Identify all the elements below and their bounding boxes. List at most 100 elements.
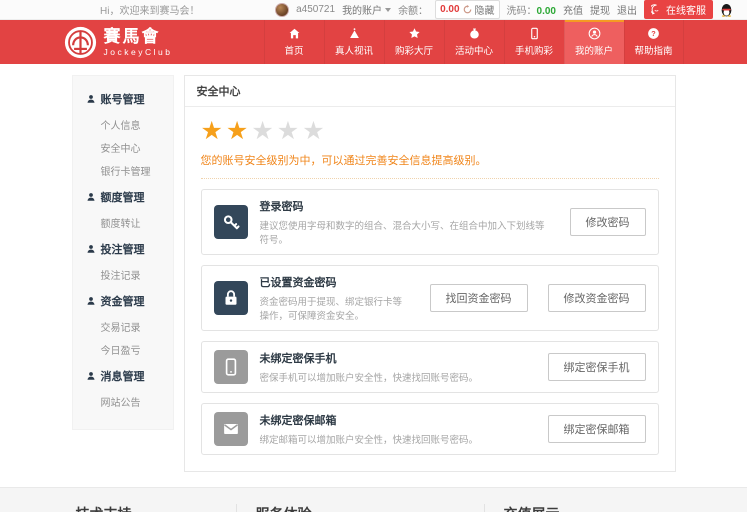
sidebar-group-quota[interactable]: 额度管理 xyxy=(73,182,173,211)
card-title: 未绑定密保手机 xyxy=(259,353,337,365)
recover-fund-password-button[interactable]: 找回资金密码 xyxy=(429,284,528,312)
star-icon: ★ xyxy=(200,117,226,145)
hide-balance-button[interactable]: 隐藏 xyxy=(475,2,495,17)
sidebar: 账号管理 个人信息 安全中心 银行卡管理 额度管理 额度转让 投注管理 投注记录… xyxy=(71,75,174,430)
chat-icon xyxy=(651,4,659,15)
balance-box: 0.00 隐藏 xyxy=(435,0,500,19)
card-title: 已设置资金密码 xyxy=(259,277,337,289)
lock-icon xyxy=(213,281,248,315)
chevron-down-icon xyxy=(385,7,392,12)
star-icon: ★ xyxy=(251,117,277,145)
nav-item-label: 手机购彩 xyxy=(514,46,553,57)
sidebar-item-personal-info[interactable]: 个人信息 xyxy=(73,113,173,136)
key-icon xyxy=(213,205,248,239)
nav-item-home[interactable]: 首页 xyxy=(263,20,324,64)
nav-item-label: 真人视讯 xyxy=(334,46,373,57)
nav-item-label: 活动中心 xyxy=(454,46,493,57)
security-email-card: 未绑定密保邮箱 绑定邮箱可以增加账户安全性，快速找回账号密码。 绑定密保邮箱 xyxy=(200,403,659,455)
card-desc: 建议您使用字母和数字的组合、混合大小写、在组合中加入下划线等符号。 xyxy=(259,221,545,246)
footer: 技术支持xiao bing Fa 赛马会系统 专业彩票系统平台 服务体验Serv… xyxy=(0,487,747,512)
sidebar-group-messages[interactable]: 消息管理 xyxy=(73,361,173,390)
sidebar-group-label: 消息管理 xyxy=(100,371,145,383)
card-title: 未绑定密保邮箱 xyxy=(259,415,337,427)
topbar: Hi，欢迎来到赛马会！ a450721 我的账户 余额： 0.00 隐藏 洗码：… xyxy=(0,0,747,20)
security-stars: ★★★★★ xyxy=(201,119,659,144)
sidebar-item-security-center[interactable]: 安全中心 xyxy=(73,136,173,159)
footer-tech-title: 技术支持xiao bing xyxy=(76,504,219,512)
sidebar-item-site-announcements[interactable]: 网站公告 xyxy=(73,390,173,413)
security-notice: 您的账号安全级别为中，可以通过完善安全信息提高级别。 xyxy=(200,152,659,179)
user-icon xyxy=(87,245,94,253)
home-icon xyxy=(289,28,299,39)
sidebar-group-funds[interactable]: 资金管理 xyxy=(73,286,173,315)
change-password-button[interactable]: 修改密码 xyxy=(569,208,646,236)
main-nav: 賽馬會 JockeyClub 首页 真人视讯 购彩大厅 活动中心 手机购彩 我的… xyxy=(0,20,747,64)
nav-item-help-guide[interactable]: ? 帮助指南 xyxy=(623,20,684,64)
bind-security-email-button[interactable]: 绑定密保邮箱 xyxy=(547,415,646,443)
balance-value: 0.00 xyxy=(440,4,460,15)
brand-logo[interactable]: 賽馬會 JockeyClub xyxy=(64,20,203,64)
nav-item-my-account[interactable]: 我的账户 xyxy=(563,20,624,64)
page-title: 安全中心 xyxy=(184,76,675,107)
card-desc: 资金密码用于提现、绑定银行卡等操作，可保障资金安全。 xyxy=(259,297,403,322)
bind-security-phone-button[interactable]: 绑定密保手机 xyxy=(547,353,646,381)
live-video-icon xyxy=(349,28,359,39)
sidebar-group-label: 投注管理 xyxy=(100,244,145,256)
fund-password-card: 已设置资金密码 资金密码用于提现、绑定银行卡等操作，可保障资金安全。 找回资金密… xyxy=(200,265,659,331)
rebate-value: 0.00 xyxy=(536,6,556,17)
card-title: 登录密码 xyxy=(259,201,304,213)
sidebar-group-account[interactable]: 账号管理 xyxy=(73,84,173,113)
mobile-icon xyxy=(530,27,538,40)
content-area: 账号管理 个人信息 安全中心 银行卡管理 额度管理 额度转让 投注管理 投注记录… xyxy=(71,75,676,472)
sidebar-item-quota-transfer[interactable]: 额度转让 xyxy=(73,211,173,234)
svg-text:?: ? xyxy=(651,29,656,38)
sidebar-group-label: 额度管理 xyxy=(100,192,145,204)
nav-item-label: 帮助指南 xyxy=(634,46,673,57)
sidebar-item-transaction-records[interactable]: 交易记录 xyxy=(73,315,173,338)
star-icon: ★ xyxy=(276,117,303,145)
recharge-link[interactable]: 充值 xyxy=(563,2,583,17)
online-service-label: 在线客服 xyxy=(666,6,706,17)
security-phone-card: 未绑定密保手机 密保手机可以增加账户安全性，快速找回账号密码。 绑定密保手机 xyxy=(200,341,659,393)
star-icon xyxy=(408,28,420,39)
mobile-icon xyxy=(213,350,248,384)
nav-item-activity-center[interactable]: 活动中心 xyxy=(443,20,504,64)
sidebar-item-bank-cards[interactable]: 银行卡管理 xyxy=(73,159,173,182)
sidebar-group-label: 账号管理 xyxy=(100,94,145,106)
nav-item-lottery-hall[interactable]: 购彩大厅 xyxy=(383,20,444,64)
login-password-card: 登录密码 建议您使用字母和数字的组合、混合大小写、在组合中加入下划线等符号。 修… xyxy=(200,189,659,255)
greeting-text: Hi，欢迎来到赛马会！ xyxy=(100,6,200,17)
star-icon: ★ xyxy=(225,117,252,145)
footer-recharge-title: 充值展示Recharge method xyxy=(503,504,665,512)
change-fund-password-button[interactable]: 修改资金密码 xyxy=(547,284,646,312)
account-icon xyxy=(588,27,600,40)
username-text: a450721 xyxy=(296,4,336,15)
logout-link[interactable]: 退出 xyxy=(617,2,637,17)
rebate-label: 洗码： xyxy=(506,6,537,17)
sidebar-group-betting[interactable]: 投注管理 xyxy=(73,234,173,263)
user-icon xyxy=(87,95,94,103)
refresh-icon[interactable] xyxy=(463,5,472,14)
user-icon xyxy=(87,297,94,305)
online-service-button[interactable]: 在线客服 xyxy=(644,0,713,19)
money-bag-icon xyxy=(469,28,479,39)
sidebar-item-today-profit-loss[interactable]: 今日盈亏 xyxy=(73,338,173,361)
nav-item-live-video[interactable]: 真人视讯 xyxy=(323,20,384,64)
nav-item-label: 购彩大厅 xyxy=(394,46,433,57)
nav-item-mobile-lottery[interactable]: 手机购彩 xyxy=(503,20,564,64)
avatar[interactable] xyxy=(275,2,290,17)
star-icon: ★ xyxy=(302,117,328,145)
mail-icon xyxy=(213,412,248,446)
qq-icon[interactable] xyxy=(720,2,733,17)
brand-subtitle: JockeyClub xyxy=(103,46,173,57)
sidebar-item-bet-records[interactable]: 投注记录 xyxy=(73,263,173,286)
balance-label: 余额： xyxy=(398,6,429,17)
card-desc: 密保手机可以增加账户安全性，快速找回账号密码。 xyxy=(259,373,479,384)
brand-title: 賽馬會 xyxy=(103,26,161,46)
card-desc: 绑定邮箱可以增加账户安全性，快速找回账号密码。 xyxy=(259,435,479,446)
help-icon: ? xyxy=(648,28,659,39)
user-icon xyxy=(87,372,94,380)
security-center-panel: 安全中心 ★★★★★ 您的账号安全级别为中，可以通过完善安全信息提高级别。 登录… xyxy=(183,75,676,472)
withdraw-link[interactable]: 提现 xyxy=(590,2,610,17)
my-account-dropdown[interactable]: 我的账户 xyxy=(342,2,392,17)
